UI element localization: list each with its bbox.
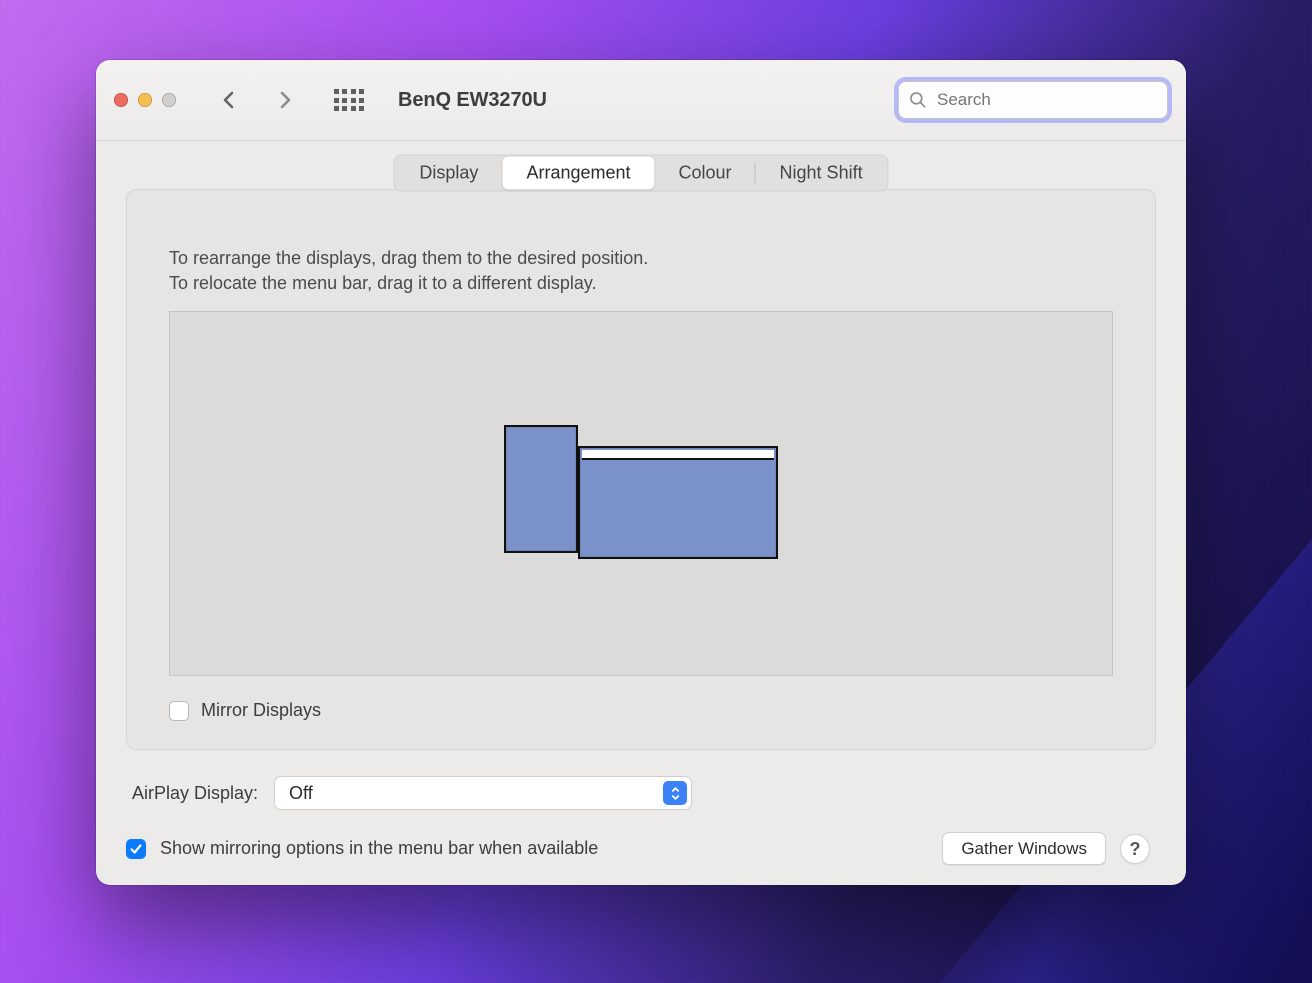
window-title: BenQ EW3270U: [398, 89, 547, 112]
mirror-displays-label: Mirror Displays: [201, 700, 321, 721]
mirror-displays-checkbox[interactable]: [169, 701, 189, 721]
content: Display Arrangement Colour Night Shift T…: [96, 141, 1186, 885]
tab-night-shift[interactable]: Night Shift: [756, 157, 887, 190]
tab-colour[interactable]: Colour: [655, 157, 756, 190]
help-button[interactable]: ?: [1120, 834, 1150, 864]
traffic-lights: [114, 93, 176, 107]
zoom-window-button[interactable]: [162, 93, 176, 107]
display-arrangement-canvas[interactable]: [169, 311, 1113, 676]
show-all-prefs-button[interactable]: [332, 83, 366, 117]
system-preferences-window: BenQ EW3270U Display Arrangement Colour …: [96, 60, 1186, 885]
chevron-left-icon: [217, 88, 241, 112]
hint-line-1: To rearrange the displays, drag them to …: [169, 248, 648, 268]
instruction-text: To rearrange the displays, drag them to …: [169, 246, 1113, 295]
tabbar: Display Arrangement Colour Night Shift: [393, 155, 888, 192]
bottom-row: Show mirroring options in the menu bar w…: [126, 832, 1156, 865]
display-primary[interactable]: [578, 446, 778, 559]
chevron-right-icon: [273, 88, 297, 112]
back-button[interactable]: [210, 81, 248, 119]
airplay-row: AirPlay Display: Off: [126, 776, 1156, 810]
arrangement-panel: To rearrange the displays, drag them to …: [126, 189, 1156, 750]
forward-button: [266, 81, 304, 119]
show-mirroring-checkbox[interactable]: [126, 839, 146, 859]
tab-arrangement[interactable]: Arrangement: [502, 157, 654, 190]
tab-display[interactable]: Display: [395, 157, 502, 190]
show-mirroring-label: Show mirroring options in the menu bar w…: [160, 838, 598, 859]
menu-bar-handle[interactable]: [582, 450, 774, 460]
select-stepper-icon: [663, 781, 687, 805]
hint-line-2: To relocate the menu bar, drag it to a d…: [169, 273, 597, 293]
airplay-select[interactable]: Off: [274, 776, 692, 810]
gather-windows-button[interactable]: Gather Windows: [942, 832, 1106, 865]
titlebar: BenQ EW3270U: [96, 60, 1186, 141]
airplay-label: AirPlay Display:: [132, 783, 258, 804]
minimize-window-button[interactable]: [138, 93, 152, 107]
search-field-wrap: [898, 81, 1168, 119]
display-secondary[interactable]: [504, 425, 578, 553]
close-window-button[interactable]: [114, 93, 128, 107]
search-input[interactable]: [898, 81, 1168, 119]
airplay-value: Off: [289, 783, 313, 804]
checkmark-icon: [129, 842, 143, 856]
search-icon: [908, 90, 928, 110]
mirror-displays-row: Mirror Displays: [169, 700, 1113, 721]
